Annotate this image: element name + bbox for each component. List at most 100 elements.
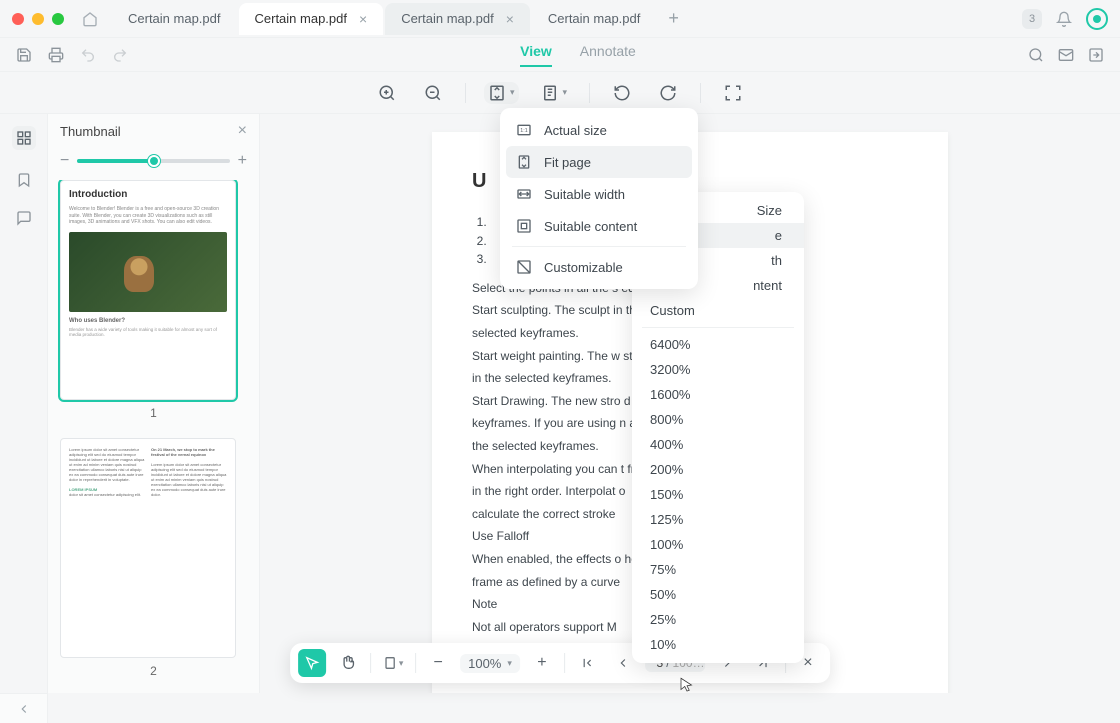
share-icon[interactable] [1088,47,1104,63]
fit-page-icon [488,84,506,102]
thumb-heading: Introduction [69,189,227,200]
menu-item-zoom[interactable]: 3200% [632,357,804,382]
menu-label: Customizable [544,260,623,275]
rotate-left-icon[interactable] [608,79,636,107]
tab-label: Certain map.pdf [128,11,221,26]
bookmark-icon[interactable] [16,172,32,188]
menu-item-zoom[interactable]: 6400% [632,332,804,357]
page-layout-icon[interactable]: ▾ [379,649,407,677]
menu-item-zoom[interactable]: 75% [632,557,804,582]
zoom-level-selector[interactable]: 100%▾ [460,654,520,673]
minimize-window[interactable] [32,13,44,25]
cursor-icon [678,676,696,694]
plus-icon[interactable]: + [238,152,247,170]
zoom-out-icon[interactable]: − [424,649,452,677]
menu-item-zoom[interactable]: 25% [632,607,804,632]
hand-tool-icon[interactable] [334,649,362,677]
thumbnail-panel: Thumbnail × − + Introduction Welcome to … [48,114,260,693]
menu-item-zoom[interactable]: 200% [632,457,804,482]
menu-label: Suitable content [544,219,637,234]
menu-item-actual-size[interactable]: 1:1 Actual size [506,114,692,146]
menu-item-zoom[interactable]: 1600% [632,382,804,407]
tab-label: Certain map.pdf [255,11,348,26]
redo-icon[interactable] [112,47,128,63]
close-icon[interactable]: × [506,11,514,27]
close-icon[interactable]: × [238,122,247,140]
mail-icon[interactable] [1058,47,1074,63]
thumb-number: 1 [60,406,247,420]
bell-icon[interactable] [1056,11,1072,27]
minus-icon[interactable]: − [60,152,69,170]
close-window[interactable] [12,13,24,25]
menu-item-suitable-content[interactable]: Suitable content [506,210,692,242]
menu-item-custom[interactable]: Custom [632,298,804,323]
add-tab-button[interactable]: + [658,8,689,29]
chevron-down-icon: ▾ [563,87,568,98]
panel-title: Thumbnail [60,124,121,139]
menu-item-zoom[interactable]: 125% [632,507,804,532]
avatar[interactable] [1086,8,1108,30]
customize-icon [516,259,532,275]
collapse-rail-icon[interactable] [0,693,48,723]
tab-label: Certain map.pdf [401,11,494,26]
window-controls [12,13,64,25]
save-icon[interactable] [16,47,32,63]
left-icon-rail [0,114,48,693]
thumbnails-icon[interactable] [12,126,36,150]
tab-active[interactable]: Certain map.pdf × [239,3,384,35]
thumb-sub: Who uses Blender? [69,318,227,324]
undo-icon[interactable] [80,47,96,63]
menu-label: Actual size [544,123,607,138]
zoom-value: 100% [468,656,501,671]
search-icon[interactable] [1028,47,1044,63]
thumbnail-item[interactable]: Lorem ipsum dolor sit amet consectetur a… [60,438,247,678]
tab-strip: Certain map.pdf Certain map.pdf × Certain… [112,0,1022,37]
titlebar: Certain map.pdf Certain map.pdf × Certain… [0,0,1120,38]
thumb-number: 2 [60,664,247,678]
tab[interactable]: Certain map.pdf [112,3,237,35]
fit-width-icon [516,186,532,202]
fit-mode-button[interactable]: ▾ [484,82,519,104]
zoom-out-icon[interactable] [419,79,447,107]
page-layout-button[interactable]: ▾ [537,82,572,104]
fullscreen-icon[interactable] [719,79,747,107]
print-icon[interactable] [48,47,64,63]
menu-item-zoom[interactable]: 50% [632,582,804,607]
fit-mode-menu: 1:1 Actual size Fit page Suitable width S… [500,108,698,289]
menu-item-suitable-width[interactable]: Suitable width [506,178,692,210]
close-icon[interactable]: × [359,11,367,27]
zoom-in-icon[interactable]: + [528,649,556,677]
titlebar-right: 3 [1022,8,1108,30]
tab-label: Certain map.pdf [548,11,641,26]
tab[interactable]: Certain map.pdf [532,3,657,35]
menu-item-zoom[interactable]: 100% [632,532,804,557]
menu-label: Fit page [544,155,591,170]
thumbnail-item[interactable]: Introduction Welcome to Blender! Blender… [60,180,247,420]
maximize-window[interactable] [52,13,64,25]
rotate-right-icon[interactable] [654,79,682,107]
actual-size-icon: 1:1 [516,122,532,138]
fit-content-icon [516,218,532,234]
home-icon[interactable] [82,11,98,27]
zoom-in-icon[interactable] [373,79,401,107]
menu-item-fit-page[interactable]: Fit page [506,146,692,178]
tab[interactable]: Certain map.pdf × [385,3,530,35]
mode-annotate[interactable]: Annotate [580,43,636,67]
mode-bar: View Annotate [0,38,1120,72]
first-page-icon[interactable] [573,649,601,677]
menu-item-zoom[interactable]: 400% [632,432,804,457]
svg-text:1:1: 1:1 [520,128,527,134]
fit-page-icon [516,154,532,170]
menu-item-zoom[interactable]: 150% [632,482,804,507]
notif-badge[interactable]: 3 [1022,9,1042,29]
menu-item-customizable[interactable]: Customizable [506,251,692,283]
select-tool-icon[interactable] [298,649,326,677]
chevron-down-icon: ▾ [510,87,515,98]
mode-view[interactable]: View [520,43,552,67]
page-layout-icon [541,84,559,102]
thumb-size-slider[interactable]: − + [48,148,259,180]
menu-label: Suitable width [544,187,625,202]
menu-item-zoom[interactable]: 10% [632,632,804,657]
comment-icon[interactable] [16,210,32,226]
menu-item-zoom[interactable]: 800% [632,407,804,432]
